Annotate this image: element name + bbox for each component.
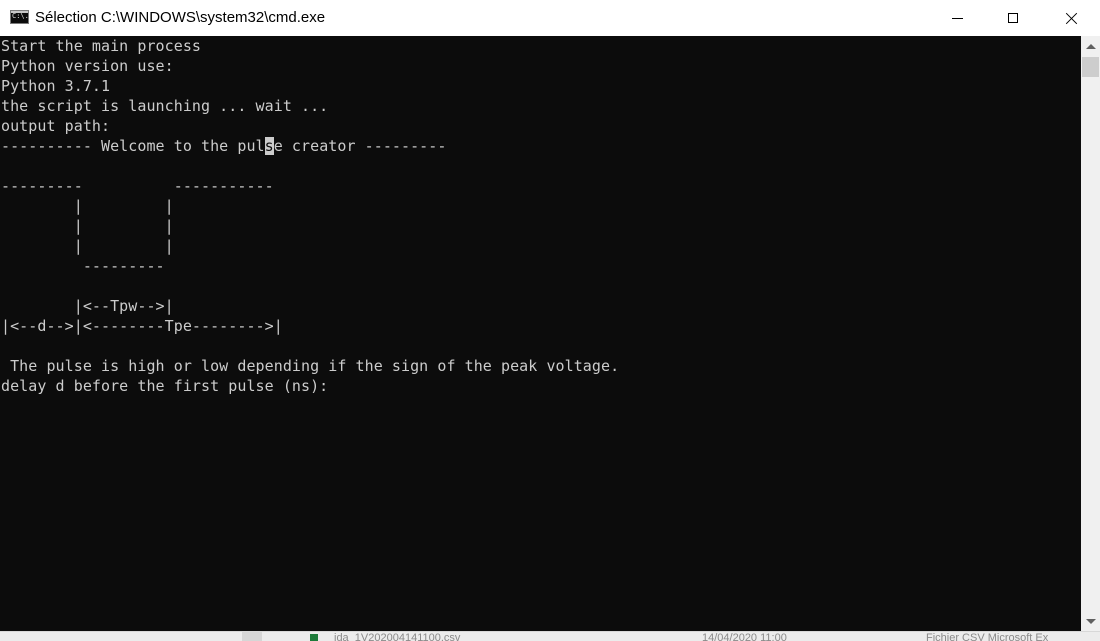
excel-file-icon [310,634,318,641]
welcome-text-before: ---------- Welcome to the pul [1,137,265,155]
close-button[interactable] [1042,0,1100,36]
scroll-up-button[interactable] [1081,36,1100,56]
welcome-line: ---------- Welcome to the pulse creator … [1,136,619,156]
console-line: Python version use: [1,57,174,75]
maximize-button[interactable] [984,0,1042,36]
title-bar[interactable]: C:\. Sélection C:\WINDOWS\system32\cmd.e… [0,0,1100,36]
background-filename[interactable]: ida_1V202004141100.csv [334,632,460,641]
cmd-icon-glyph: C:\. [12,12,29,20]
window-title: Sélection C:\WINDOWS\system32\cmd.exe [35,9,326,26]
scroll-thumb[interactable] [1082,57,1099,77]
pulse-diagram-line: |<--d-->|<--------Tpe-------->| [1,317,283,335]
pulse-diagram-line: |<--Tpw-->| [1,297,174,315]
console-line: the script is launching ... wait ... [1,97,329,115]
console-line: Start the main process [1,37,201,55]
text-cursor: s [264,137,274,155]
pulse-diagram-line: --------- ----------- [1,177,274,195]
vertical-scrollbar[interactable] [1081,36,1100,631]
minimize-icon [951,17,963,19]
pulse-diagram-line: | | [1,197,174,215]
pulse-diagram-line: --------- [1,257,165,275]
strip-divider [242,632,262,641]
background-window-strip: ida_1V202004141100.csv 14/04/2020 11:00 … [0,631,1100,641]
maximize-icon [1008,13,1018,23]
welcome-text-after: e creator --------- [273,137,447,155]
background-file-type: Fichier CSV Microsoft Ex [926,632,1049,641]
minimize-button[interactable] [928,0,986,36]
arrow-down-icon [1085,618,1096,624]
console-prompt-line: delay d before the first pulse (ns): [1,377,329,395]
background-file-date: 14/04/2020 11:00 [702,632,787,641]
console-output[interactable]: Start the main process Python version use… [0,36,1081,631]
close-icon [1065,12,1078,25]
arrow-up-icon [1085,43,1096,49]
cmd-app-icon[interactable]: C:\. [10,10,29,24]
console-line: Python 3.7.1 [1,77,111,95]
console-line: The pulse is high or low depending if th… [1,357,620,375]
console-text: Start the main process Python version use… [1,36,619,396]
pulse-diagram-line: | | [1,217,174,235]
console-line: output path: [1,117,111,135]
pulse-diagram-line: | | [1,237,174,255]
scroll-down-button[interactable] [1081,611,1100,631]
